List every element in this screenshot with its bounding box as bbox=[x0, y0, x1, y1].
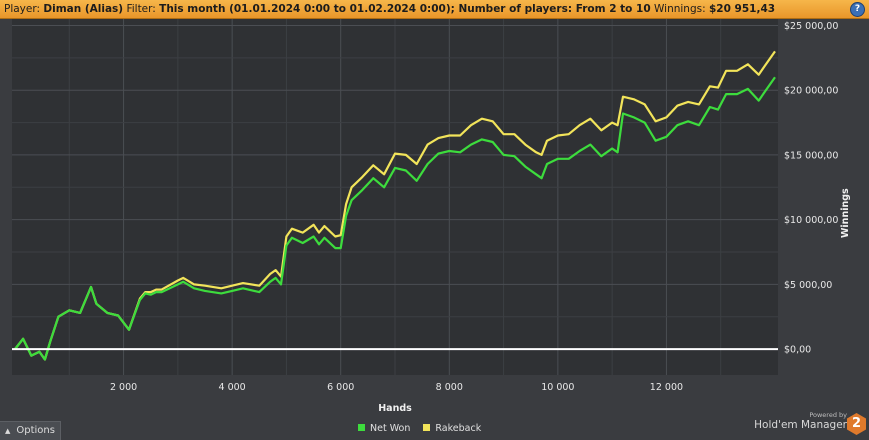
powered-by-text: Powered by bbox=[809, 411, 847, 419]
legend-swatch-net-won bbox=[358, 424, 365, 431]
y-tick-label: $20 000,00 bbox=[784, 86, 838, 97]
y-tick-labels: $0,00 $5 000,00 $10 000,00 $15 000,00 $20 00… bbox=[784, 21, 838, 356]
x-tick-label: 6 000 bbox=[327, 382, 354, 393]
chart-legend: Net Won Rakeback bbox=[358, 423, 491, 434]
player-label: Player: bbox=[4, 3, 41, 15]
winnings-chart: $0,00 $5 000,00 $10 000,00 $15 000,00 $20 00… bbox=[12, 19, 851, 414]
legend-item-rakeback[interactable]: Rakeback bbox=[423, 423, 481, 434]
x-tick-label: 12 000 bbox=[650, 382, 683, 393]
y-tick-label: $15 000,00 bbox=[784, 150, 838, 161]
brand-name: Hold'em Manager bbox=[754, 419, 847, 431]
x-tick-label: 4 000 bbox=[219, 382, 246, 393]
legend-label-net-won: Net Won bbox=[370, 423, 411, 434]
player-value: Diman (Alias) bbox=[43, 3, 124, 15]
x-tick-label: 2 000 bbox=[110, 382, 137, 393]
y-axis-title: Winnings bbox=[840, 188, 851, 238]
brand-block: Powered by Hold'em Manager bbox=[754, 411, 847, 432]
options-button[interactable]: ▲ Options bbox=[0, 421, 61, 440]
x-tick-label: 10 000 bbox=[541, 382, 574, 393]
winnings-value: $20 951,43 bbox=[708, 3, 776, 15]
legend-item-net-won[interactable]: Net Won bbox=[358, 423, 410, 434]
y-tick-label: $5 000,00 bbox=[784, 280, 832, 291]
y-tick-label: $25 000,00 bbox=[784, 21, 838, 32]
x-axis-title: Hands bbox=[378, 403, 412, 414]
legend-label-rakeback: Rakeback bbox=[435, 423, 482, 434]
expand-up-icon: ▲ bbox=[5, 427, 11, 435]
legend-swatch-rakeback bbox=[423, 424, 431, 431]
y-tick-label: $10 000,00 bbox=[784, 215, 838, 226]
y-tick-label: $0,00 bbox=[784, 345, 811, 356]
filter-header-bar: Player: Diman (Alias) Filter: This month… bbox=[0, 0, 869, 19]
winnings-label: Winnings: bbox=[654, 3, 706, 15]
x-tick-label: 8 000 bbox=[436, 382, 463, 393]
filter-label: Filter: bbox=[126, 3, 156, 15]
filter-value: This month (01.01.2024 0:00 to 01.02.202… bbox=[159, 3, 651, 15]
filter-summary: Player: Diman (Alias) Filter: This month… bbox=[4, 0, 775, 18]
options-label: Options bbox=[16, 425, 55, 436]
x-tick-labels: 2 000 4 000 6 000 8 000 10 000 12 000 bbox=[110, 382, 683, 393]
help-icon[interactable]: ? bbox=[850, 2, 865, 17]
